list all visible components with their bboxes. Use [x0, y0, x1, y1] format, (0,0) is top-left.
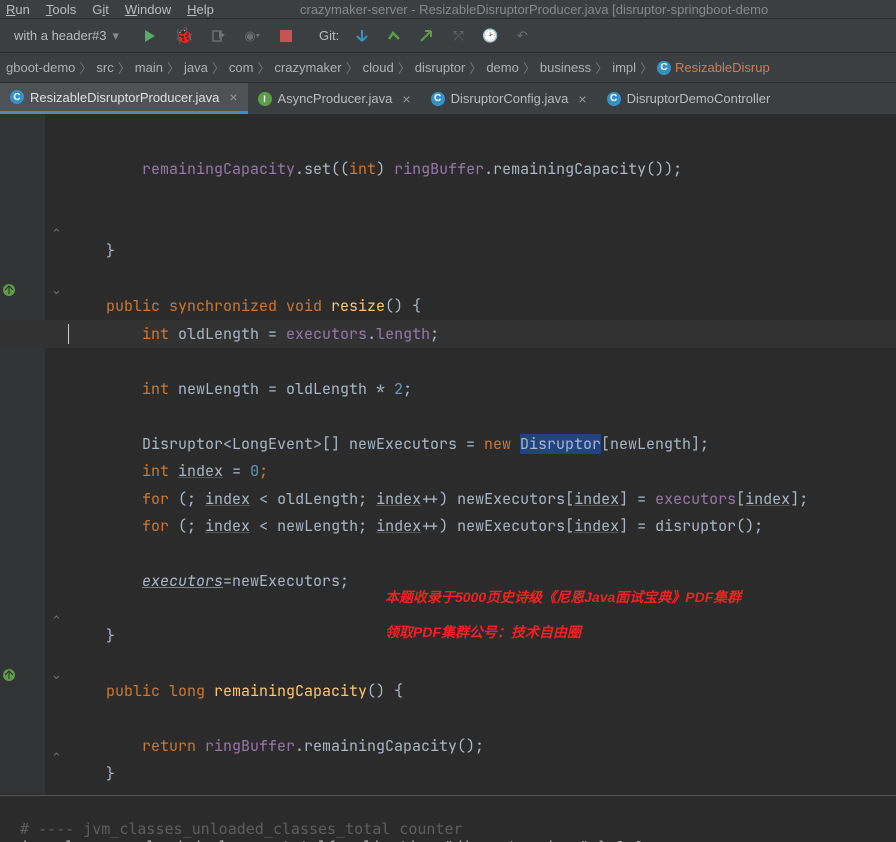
- override-marker-icon[interactable]: [2, 664, 16, 678]
- breadcrumb-item[interactable]: java: [184, 60, 208, 75]
- breadcrumb-item[interactable]: src: [96, 60, 113, 75]
- menu-help[interactable]: Help: [187, 2, 214, 17]
- breadcrumb-item[interactable]: main: [135, 60, 163, 75]
- chevron-right-icon: 〉: [346, 58, 359, 77]
- chevron-right-icon: 〉: [640, 58, 653, 77]
- menu-tools[interactable]: Tools: [46, 2, 76, 17]
- chevron-right-icon: 〉: [79, 58, 92, 77]
- run-config-label: with a header#3: [14, 28, 107, 43]
- annotation-text: 领取PDF集群公号：技术自由圈: [385, 619, 581, 647]
- fold-icon[interactable]: ⌃: [51, 607, 62, 635]
- console-line: jvm_classes_unloaded_classes_total{appli…: [20, 838, 643, 842]
- breadcrumb-item[interactable]: impl: [612, 60, 636, 75]
- history-icon[interactable]: 🕑: [481, 27, 499, 45]
- interface-icon: I: [258, 92, 272, 106]
- git-update-icon[interactable]: ⤱: [449, 27, 467, 45]
- class-icon: C: [657, 61, 671, 75]
- class-icon: C: [607, 92, 621, 106]
- chevron-right-icon: 〉: [167, 58, 180, 77]
- menu-git[interactable]: Git: [92, 2, 109, 17]
- chevron-right-icon: 〉: [257, 58, 270, 77]
- breadcrumb-item[interactable]: crazymaker: [274, 60, 341, 75]
- profile-icon[interactable]: ◉▾: [243, 27, 261, 45]
- breadcrumb-class[interactable]: CResizableDisrup: [657, 60, 770, 75]
- git-pull-icon[interactable]: [353, 27, 371, 45]
- breadcrumb-item[interactable]: com: [229, 60, 254, 75]
- chevron-down-icon: ▾: [113, 28, 120, 44]
- debug-icon[interactable]: 🐞: [175, 27, 193, 45]
- breadcrumb: gboot-demo〉 src〉 main〉 java〉 com〉 crazym…: [0, 53, 896, 83]
- tab-label: AsyncProducer.java: [278, 91, 393, 106]
- coverage-icon[interactable]: [209, 27, 227, 45]
- console-output[interactable]: # ---- jvm_classes_unloaded_classes_tota…: [0, 795, 896, 842]
- stop-icon[interactable]: [277, 27, 295, 45]
- git-push-icon[interactable]: [417, 27, 435, 45]
- editor-tabs: C ResizableDisruptorProducer.java × I As…: [0, 83, 896, 114]
- git-label: Git:: [319, 28, 339, 43]
- fold-column: [45, 114, 69, 794]
- console-line: # ---- jvm_classes_unloaded_classes_tota…: [20, 820, 463, 838]
- code-editor[interactable]: ⌃ ⌄ ⌃ ⌄ ⌃ remainingCapacity.set((int) ri…: [0, 114, 896, 794]
- tab-async-producer[interactable]: I AsyncProducer.java ×: [248, 83, 421, 114]
- tab-label: DisruptorConfig.java: [451, 91, 569, 106]
- chevron-right-icon: 〉: [118, 58, 131, 77]
- fold-icon[interactable]: ⌃: [51, 744, 62, 772]
- chevron-right-icon: 〉: [595, 58, 608, 77]
- chevron-right-icon: 〉: [523, 58, 536, 77]
- breadcrumb-item[interactable]: cloud: [363, 60, 394, 75]
- fold-icon[interactable]: ⌄: [51, 276, 62, 304]
- close-icon[interactable]: ×: [402, 91, 410, 107]
- toolbar: with a header#3 ▾ 🐞 ◉▾ Git: ⤱ 🕑 ↶: [0, 19, 896, 53]
- class-icon: C: [431, 92, 445, 106]
- window-title: crazymaker-server - ResizableDisruptorPr…: [300, 0, 768, 19]
- breadcrumb-item[interactable]: gboot-demo: [6, 60, 75, 75]
- class-icon: C: [10, 90, 24, 104]
- rollback-icon[interactable]: ↶: [513, 27, 531, 45]
- run-config-dropdown[interactable]: with a header#3 ▾: [6, 26, 127, 46]
- caret: [68, 324, 69, 344]
- tab-resizable-disruptor-producer[interactable]: C ResizableDisruptorProducer.java ×: [0, 83, 248, 114]
- override-marker-icon[interactable]: [2, 279, 16, 293]
- annotation-text: 本题收录于5000页史诗级《尼恩Java面试宝典》PDF集群: [385, 584, 741, 612]
- chevron-right-icon: 〉: [469, 58, 482, 77]
- code-content: remainingCapacity.set((int) ringBuffer.r…: [70, 128, 808, 816]
- breadcrumb-item[interactable]: disruptor: [415, 60, 466, 75]
- breadcrumb-item[interactable]: business: [540, 60, 591, 75]
- git-commit-icon[interactable]: [385, 27, 403, 45]
- menu-window[interactable]: Window: [125, 2, 171, 17]
- gutter: [0, 114, 45, 794]
- close-icon[interactable]: ×: [578, 91, 586, 107]
- tab-label: DisruptorDemoController: [627, 91, 771, 106]
- chevron-right-icon: 〉: [212, 58, 225, 77]
- chevron-right-icon: 〉: [398, 58, 411, 77]
- tab-label: ResizableDisruptorProducer.java: [30, 90, 219, 105]
- tab-disruptor-demo-controller[interactable]: C DisruptorDemoController: [597, 83, 781, 114]
- tab-disruptor-config[interactable]: C DisruptorConfig.java ×: [421, 83, 597, 114]
- menu-run[interactable]: Run: [6, 2, 30, 17]
- run-icon[interactable]: [141, 27, 159, 45]
- breadcrumb-item[interactable]: demo: [486, 60, 519, 75]
- close-icon[interactable]: ×: [229, 89, 237, 105]
- fold-icon[interactable]: ⌄: [51, 661, 62, 689]
- fold-icon[interactable]: ⌃: [51, 220, 62, 248]
